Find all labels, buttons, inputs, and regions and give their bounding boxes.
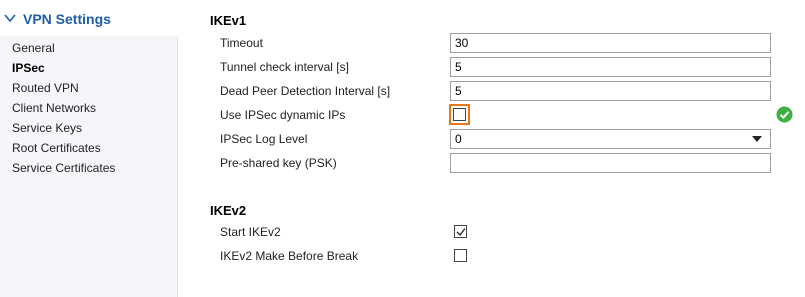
sidebar-item-client-networks[interactable]: Client Networks xyxy=(12,99,96,117)
psk-input[interactable] xyxy=(450,153,771,173)
dpd-interval-label: Dead Peer Detection Interval [s] xyxy=(220,84,391,98)
chevron-down-icon[interactable] xyxy=(4,13,16,23)
ikev2-section-title: IKEv2 xyxy=(210,203,247,218)
start-ikev2-checkbox[interactable] xyxy=(454,225,467,238)
sidebar-item-general[interactable]: General xyxy=(12,39,55,57)
sidebar: VPN Settings General IPSec Routed VPN Cl… xyxy=(0,0,178,297)
make-before-break-label: IKEv2 Make Before Break xyxy=(220,249,359,263)
checkmark-icon xyxy=(456,228,466,236)
start-ikev2-label: Start IKEv2 xyxy=(220,225,281,239)
make-before-break-checkbox[interactable] xyxy=(454,249,467,262)
ipsec-settings-panel: IKEv1 Timeout Tunnel check interval [s] … xyxy=(179,0,805,297)
sidebar-item-service-keys[interactable]: Service Keys xyxy=(12,119,82,137)
tunnel-check-interval-label: Tunnel check interval [s] xyxy=(220,60,349,74)
psk-label: Pre-shared key (PSK) xyxy=(220,156,337,170)
log-level-select[interactable]: 0 xyxy=(450,129,771,149)
dropdown-arrow-icon[interactable] xyxy=(752,136,762,142)
check-circle-icon xyxy=(776,106,793,123)
timeout-label: Timeout xyxy=(220,36,263,50)
log-level-label: IPSec Log Level xyxy=(220,132,308,146)
dynamic-ips-label: Use IPSec dynamic IPs xyxy=(220,108,346,122)
sidebar-item-root-certificates[interactable]: Root Certificates xyxy=(12,139,101,157)
sidebar-item-routed-vpn[interactable]: Routed VPN xyxy=(12,79,79,97)
dpd-interval-input[interactable] xyxy=(450,81,771,101)
sidebar-header[interactable]: VPN Settings xyxy=(0,0,178,36)
ikev1-section-title: IKEv1 xyxy=(210,13,247,28)
sidebar-item-service-certificates[interactable]: Service Certificates xyxy=(12,159,115,177)
sidebar-item-ipsec[interactable]: IPSec xyxy=(12,59,45,77)
timeout-input[interactable] xyxy=(450,33,771,53)
log-level-value: 0 xyxy=(455,132,462,146)
sidebar-title: VPN Settings xyxy=(23,11,111,27)
tunnel-check-interval-input[interactable] xyxy=(450,57,771,77)
dynamic-ips-checkbox[interactable] xyxy=(449,104,470,125)
